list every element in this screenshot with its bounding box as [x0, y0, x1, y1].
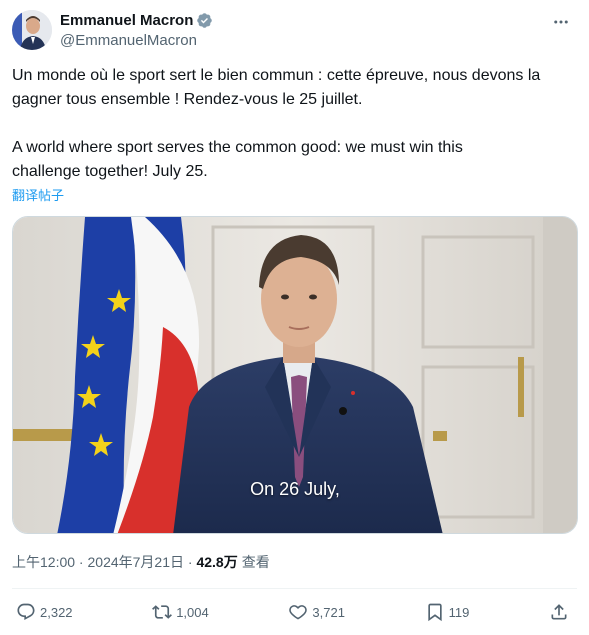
tweet-header: Emmanuel Macron @EmmanuelMacron — [12, 8, 577, 56]
avatar[interactable] — [12, 10, 52, 50]
tweet-text-en: A world where sport serves the common go… — [12, 139, 463, 180]
like-button[interactable]: 3,721 — [288, 602, 345, 622]
translate-post-link[interactable]: 翻译帖子 — [12, 185, 64, 204]
tweet-text: Un monde où le sport sert le bien commun… — [12, 64, 572, 184]
views-label: 查看 — [241, 554, 270, 570]
verified-badge-icon — [197, 12, 213, 28]
repost-count: 1,004 — [176, 604, 209, 620]
reply-icon — [17, 603, 35, 621]
repost-button[interactable]: 1,004 — [152, 602, 209, 622]
action-bar: 2,322 1,004 3,721 119 — [12, 598, 577, 626]
repost-icon — [152, 605, 173, 619]
video-subtitle: On 26 July, — [250, 479, 340, 499]
author-display-name[interactable]: Emmanuel Macron — [60, 12, 193, 29]
heart-icon — [289, 605, 308, 620]
bookmark-icon — [427, 603, 442, 622]
views-count: 42.8万 — [196, 554, 238, 570]
tweet-text-fr: Un monde où le sport sert le bien commun… — [12, 67, 541, 108]
divider — [12, 588, 577, 589]
tweet-time[interactable]: 上午12:00 — [12, 552, 75, 572]
more-icon — [554, 20, 568, 24]
tweet-meta: 上午12:00 · 2024年7月21日 · 42.8万 查看 — [12, 552, 270, 572]
author-handle[interactable]: @EmmanuelMacron — [60, 32, 213, 49]
meta-separator: · — [75, 554, 88, 570]
like-count: 3,721 — [312, 604, 345, 620]
share-icon — [551, 604, 567, 620]
more-options-button[interactable] — [549, 10, 573, 34]
video-player[interactable]: On 26 July, — [12, 216, 578, 534]
reply-count: 2,322 — [40, 604, 73, 620]
meta-separator: · — [184, 554, 197, 570]
bookmark-button[interactable]: 119 — [425, 602, 470, 622]
bookmark-count: 119 — [448, 604, 470, 620]
tweet-date[interactable]: 2024年7月21日 — [88, 552, 185, 572]
share-button[interactable] — [549, 602, 573, 622]
reply-button[interactable]: 2,322 — [16, 602, 73, 622]
